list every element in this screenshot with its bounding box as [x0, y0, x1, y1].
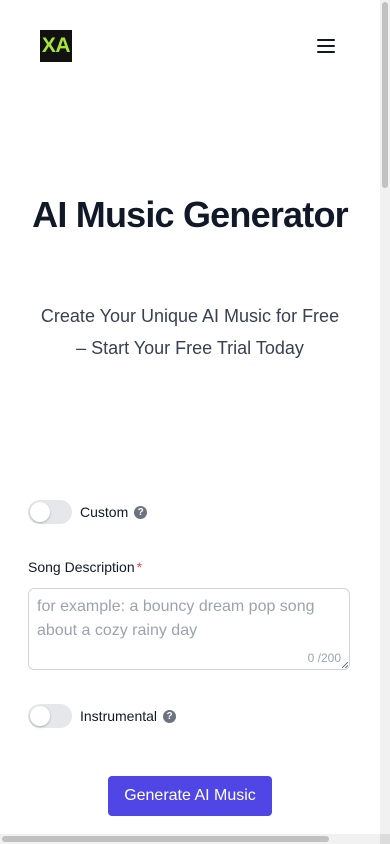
instrumental-toggle[interactable]	[28, 704, 72, 728]
horizontal-scrollbar-thumb[interactable]	[2, 836, 329, 842]
vertical-scrollbar-thumb[interactable]	[382, 2, 388, 188]
custom-toggle-label: Custom	[80, 504, 129, 520]
song-description-field: 0 /200	[28, 588, 350, 670]
custom-toggle[interactable]	[28, 500, 72, 524]
question-circle-icon[interactable]: ?	[134, 505, 148, 519]
generate-ai-music-button[interactable]: Generate AI Music	[108, 776, 272, 816]
logo[interactable]: XA	[40, 30, 72, 62]
instrumental-toggle-label: Instrumental	[80, 708, 158, 724]
hamburger-menu-icon[interactable]	[314, 35, 338, 57]
song-description-label-text: Song Description	[28, 559, 135, 575]
song-description-label: Song Description *	[28, 559, 142, 575]
page: XA AI Music Generator Create Your Unique…	[0, 0, 390, 844]
question-circle-icon[interactable]: ?	[163, 709, 177, 723]
page-subtitle: Create Your Unique AI Music for Free – S…	[40, 306, 340, 358]
scrollbar-corner	[380, 834, 390, 844]
horizontal-scrollbar[interactable]	[0, 834, 380, 844]
toggle-knob	[30, 502, 50, 522]
custom-toggle-row: Custom ?	[28, 500, 148, 524]
page-title: AI Music Generator	[32, 194, 348, 235]
instrumental-toggle-row: Instrumental ?	[28, 704, 177, 728]
required-mark: *	[136, 559, 143, 575]
vertical-scrollbar[interactable]	[380, 0, 390, 834]
song-description-input[interactable]	[29, 589, 349, 669]
resize-handle-icon[interactable]	[342, 662, 348, 668]
character-counter: 0 /200	[307, 651, 341, 665]
toggle-knob	[30, 706, 50, 726]
